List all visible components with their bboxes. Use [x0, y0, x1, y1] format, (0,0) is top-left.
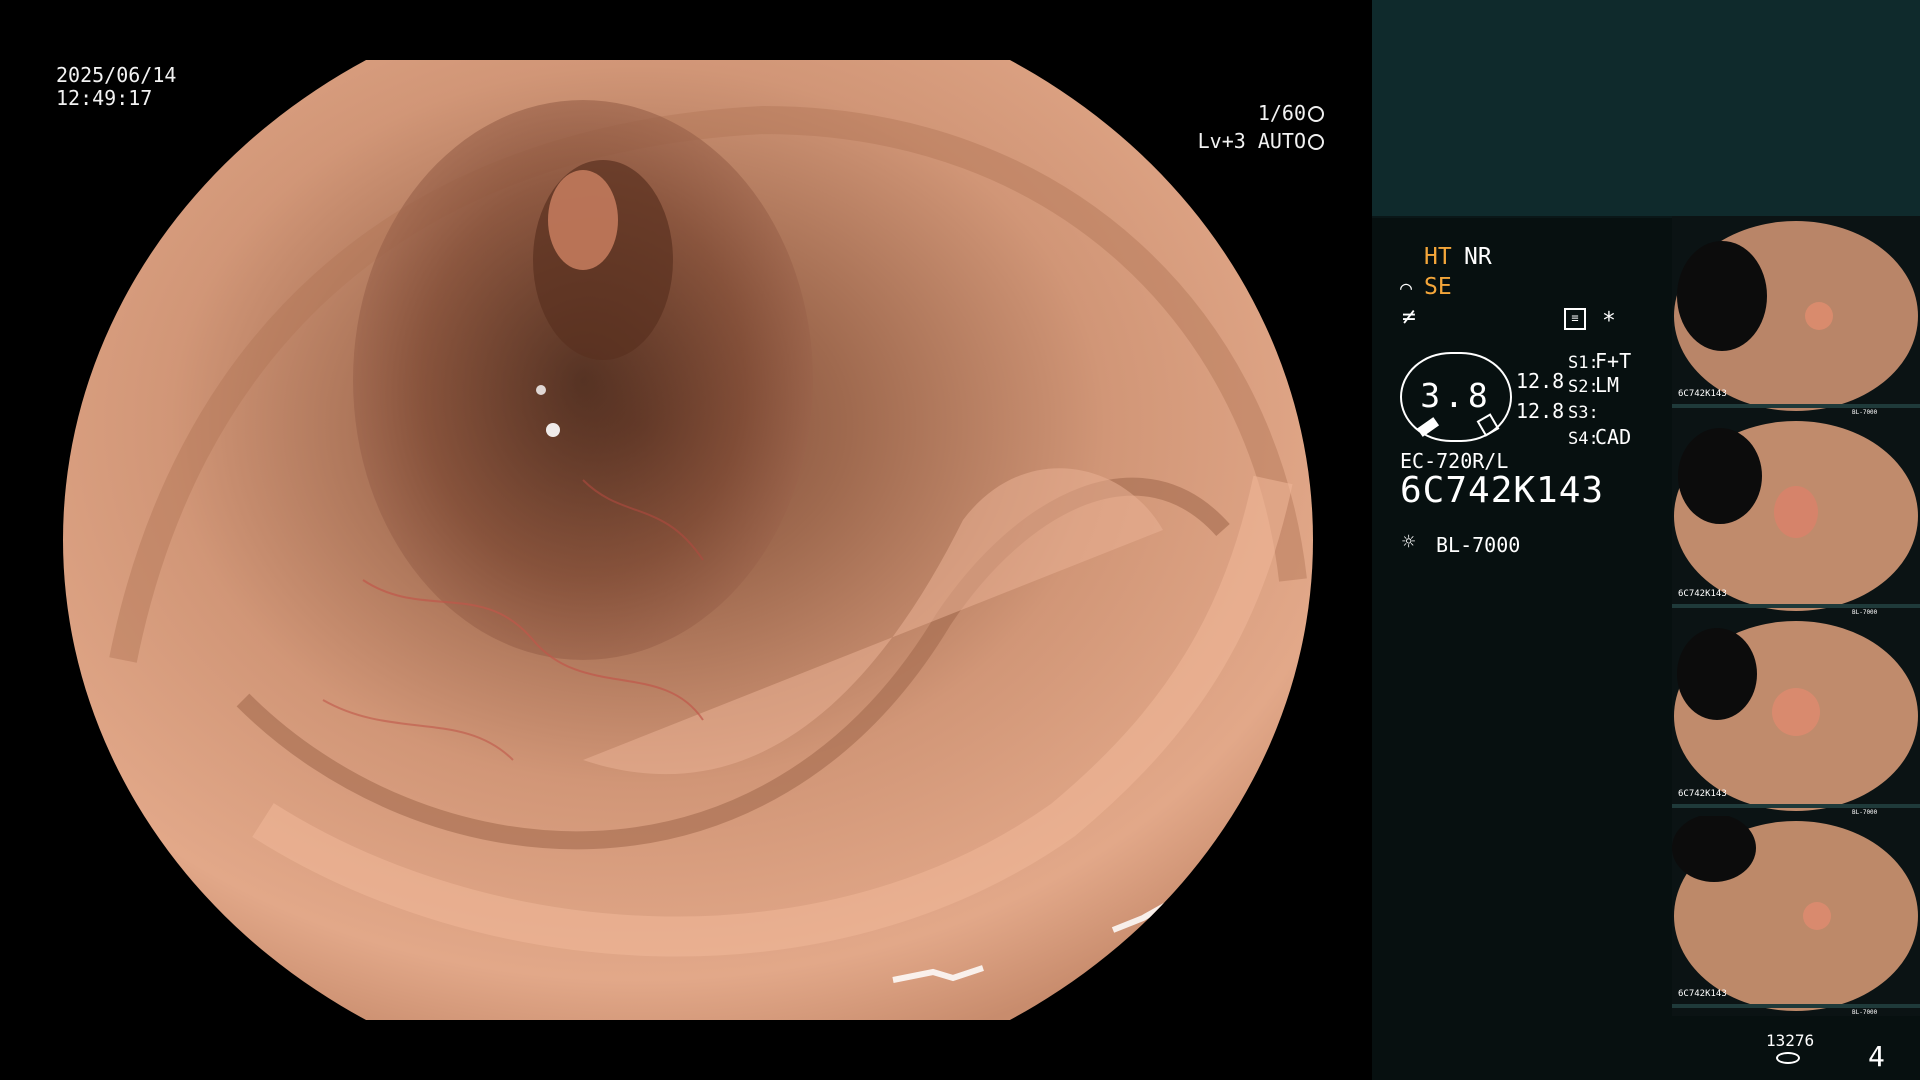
nr-indicator: NR: [1464, 244, 1492, 270]
value-1: 12.8: [1516, 369, 1565, 393]
s1-value: F+T: [1595, 349, 1632, 373]
ht-indicator: HT: [1424, 244, 1452, 270]
function-icon: ≠: [1402, 304, 1416, 330]
asterisk: *: [1602, 308, 1616, 334]
thumbnail-4-label: 6C742K143: [1678, 989, 1727, 999]
thumbnail-1-label: 6C742K143: [1678, 389, 1727, 399]
date: 2025/06/14: [56, 63, 177, 87]
dial-value: 3.8: [1420, 376, 1492, 415]
storage-icon: [1776, 1052, 1800, 1064]
thumbnail-2[interactable]: 6C742K143 BL-7000: [1672, 416, 1920, 616]
time: 12:49:17: [56, 86, 153, 110]
thumbnail-2-source: BL-7000: [1852, 609, 1878, 616]
auto-iris-icon: [1308, 134, 1324, 150]
s4-value: CAD: [1595, 425, 1632, 449]
se-indicator: SE: [1424, 274, 1452, 300]
scope-icon: ⌒: [1400, 275, 1413, 299]
scope-serial: 6C742K143: [1400, 470, 1605, 511]
thumbnail-2-label: 6C742K143: [1678, 589, 1727, 599]
shutter-icon: [1308, 106, 1324, 122]
dial-marker-left: [1416, 417, 1440, 437]
thumbnail-3-source: BL-7000: [1852, 809, 1878, 816]
light-source: BL-7000: [1436, 533, 1521, 557]
brightness-dial: 3.8: [1400, 352, 1512, 442]
thumbnail-4[interactable]: 6C742K143 BL-7000: [1672, 816, 1920, 1016]
settings-readout: HT NR ⌒ SE ≠ ≡ * S1: F+T S2: LM S3: S4: …: [1372, 216, 1672, 1080]
level-auto: Lv+3 AUTO: [1197, 129, 1306, 153]
thumbnail-3-label: 6C742K143: [1678, 789, 1727, 799]
page-number: 4: [1868, 1040, 1885, 1073]
storage-count: 13276: [1766, 1031, 1815, 1050]
exposure-settings: 1/60 Lv+3 AUTO: [1198, 99, 1324, 155]
s3-label: S3:: [1568, 403, 1599, 423]
thumbnail-3[interactable]: 6C742K143 BL-7000: [1672, 616, 1920, 816]
thumbnail-1[interactable]: 6C742K143 BL-7000: [1672, 216, 1920, 416]
panel-header-area: [1372, 0, 1920, 218]
light-source-icon: ☼: [1402, 530, 1416, 555]
endoscope-view: 2025/06/14 12:49:17 1/60 Lv+3 AUTO: [0, 0, 1372, 1080]
shutter-speed: 1/60: [1257, 101, 1306, 125]
value-2: 12.8: [1516, 399, 1565, 423]
s2-value: LM: [1595, 373, 1620, 397]
thumbnail-4-source: BL-7000: [1852, 1009, 1878, 1016]
date-time: 2025/06/14 12:49:17: [56, 64, 176, 110]
captured-images-strip: 6C742K143 BL-7000 6C742K143 BL-7000 6C74…: [1672, 216, 1920, 1016]
settings-icon: ≡: [1564, 308, 1586, 330]
thumbnail-1-source: BL-7000: [1852, 409, 1878, 416]
colon-lumen-image: [63, 60, 1313, 1020]
